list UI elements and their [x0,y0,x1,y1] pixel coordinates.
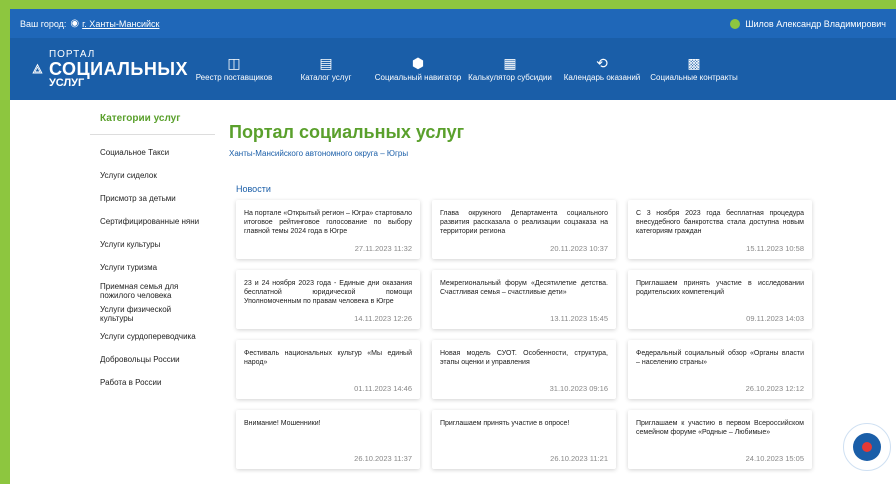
news-card[interactable]: С 3 ноября 2023 года бесплатная процедур… [628,200,812,259]
news-date: 01.11.2023 14:46 [354,384,412,393]
news-date: 13.11.2023 15:45 [550,314,608,323]
news-text: Фестиваль национальных культур «Мы едины… [244,350,412,366]
categories-sidebar: Категории услуг Социальное Такси Услуги … [90,110,215,394]
news-text: Федеральный социальный обзор «Органы вла… [636,350,804,366]
main-header: Портал социальных услуг Ханты-Мансийског… [229,122,464,158]
news-date: 24.10.2023 15:05 [745,454,804,463]
news-date: 14.11.2023 12:26 [354,314,412,323]
news-heading: Новости [236,184,271,194]
news-card[interactable]: Новая модель СУОТ. Особенности, структур… [432,340,616,399]
calendar-icon: ⟲ [596,54,608,71]
sidebar-item-sign-language[interactable]: Услуги сурдопереводчика [90,325,215,348]
city-link[interactable]: г. Ханты-Мансийск [82,19,159,29]
news-card[interactable]: Межрегиональный форум «Десятилетие детст… [432,270,616,329]
nav-label: Социальные контракты [650,72,738,82]
news-text: Приглашаем принять участие в исследовани… [636,280,804,296]
nav-label: Реестр поставщиков [195,72,273,82]
location-pin-icon: ◉ [70,18,80,29]
news-date: 31.10.2023 09:16 [549,384,608,393]
nav-label: Социальный навигатор [374,72,462,82]
news-card[interactable]: 23 и 24 ноября 2023 года - Единые дни ок… [236,270,420,329]
portal-logo[interactable]: ПОРТАЛ СОЦИАЛЬНЫХ УСЛУГ [10,48,188,89]
sidebar-item-caregivers[interactable]: Услуги сиделок [90,164,215,187]
news-text: Приглашаем к участию в первом Всероссийс… [636,420,804,436]
news-card[interactable]: Фестиваль национальных культур «Мы едины… [236,340,420,399]
nav-label: Каталог услуг [300,72,352,82]
sidebar-item-childcare[interactable]: Присмотр за детьми [90,187,215,210]
news-date: 09.11.2023 14:03 [746,314,804,323]
news-date: 15.11.2023 10:58 [746,244,804,253]
calculator-icon: ▦ [503,54,517,71]
nav-label: Календарь оказаний [563,72,641,82]
sidebar-item-social-taxi[interactable]: Социальное Такси [90,141,215,164]
news-date: 26.10.2023 12:12 [745,384,804,393]
news-date: 26.10.2023 11:21 [550,454,608,463]
news-text: На портале «Открытый регион – Югра» стар… [244,210,412,235]
news-text: С 3 ноября 2023 года бесплатная процедур… [636,210,804,235]
city-label: Ваш город: [20,18,67,29]
logo-line2: СОЦИАЛЬНЫХ [48,58,188,79]
news-card[interactable]: Глава окружного Департамента социального… [432,200,616,259]
registry-icon: ◫ [227,54,241,71]
categories-title: Категории услуг [90,110,215,135]
main-nav: ПОРТАЛ СОЦИАЛЬНЫХ УСЛУГ ◫ Реестр поставщ… [10,38,896,100]
news-text: 23 и 24 ноября 2023 года - Единые дни ок… [244,280,412,305]
sidebar-item-culture[interactable]: Услуги культуры [90,233,215,256]
news-card[interactable]: Приглашаем принять участие в опросе! 26.1… [432,410,616,469]
sidebar-item-nannies[interactable]: Сертифицированные няни [90,210,215,233]
nav-item-navigator[interactable]: ⬢ Социальный навигатор [372,56,464,83]
sidebar-item-tourism[interactable]: Услуги туризма [90,256,215,279]
user-menu[interactable]: Шилов Александр Владимирович [730,18,886,29]
news-text: Внимание! Мошенники! [244,420,321,427]
news-text: Глава окружного Департамента социального… [440,210,608,235]
help-widget-button[interactable] [843,423,891,471]
logo-line3: УСЛУГ [48,76,85,89]
news-grid: На портале «Открытый регион – Югра» стар… [236,200,816,469]
catalog-icon: ▤ [319,54,333,71]
user-icon [730,18,741,29]
top-bar: Ваш город: ◉ г. Ханты-Мансийск Шилов Але… [10,9,896,38]
news-date: 20.11.2023 10:37 [550,244,608,253]
logo-icon [32,63,43,74]
page-subtitle: Ханты-Мансийского автономного округа – Ю… [229,149,409,158]
news-text: Межрегиональный форум «Десятилетие детст… [440,280,608,296]
news-card[interactable]: Внимание! Мошенники! 26.10.2023 11:37 [236,410,420,469]
sidebar-item-jobs[interactable]: Работа в России [90,371,215,394]
contracts-icon: ▩ [687,54,701,71]
nav-item-contracts[interactable]: ▩ Социальные контракты [648,56,740,83]
page-title: Портал социальных услуг [229,122,465,142]
assistant-icon [853,433,881,461]
news-date: 26.10.2023 11:37 [354,454,412,463]
user-name: Шилов Александр Владимирович [745,18,886,29]
sidebar-item-sport[interactable]: Услуги физической культуры [90,302,215,325]
nav-label: Калькулятор субсидии [468,72,552,82]
nav-item-calendar[interactable]: ⟲ Календарь оказаний [556,56,648,83]
news-date: 27.11.2023 11:32 [354,244,412,253]
nav-item-catalog[interactable]: ▤ Каталог услуг [280,56,372,83]
nav-item-calculator[interactable]: ▦ Калькулятор субсидии [464,56,556,83]
news-text: Приглашаем принять участие в опросе! [440,420,570,427]
news-card[interactable]: Приглашаем к участию в первом Всероссийс… [628,410,812,469]
nav-item-registry[interactable]: ◫ Реестр поставщиков [188,56,280,83]
navigator-icon: ⬢ [411,54,425,71]
news-card[interactable]: Федеральный социальный обзор «Органы вла… [628,340,812,399]
news-card[interactable]: Приглашаем принять участие в исследовани… [628,270,812,329]
sidebar-item-foster-family[interactable]: Приемная семья для пожилого человека [90,279,215,302]
news-card[interactable]: На портале «Открытый регион – Югра» стар… [236,200,420,259]
sidebar-item-volunteers[interactable]: Добровольцы России [90,348,215,371]
logo-line1: ПОРТАЛ [48,48,96,60]
news-text: Новая модель СУОТ. Особенности, структур… [440,350,608,366]
